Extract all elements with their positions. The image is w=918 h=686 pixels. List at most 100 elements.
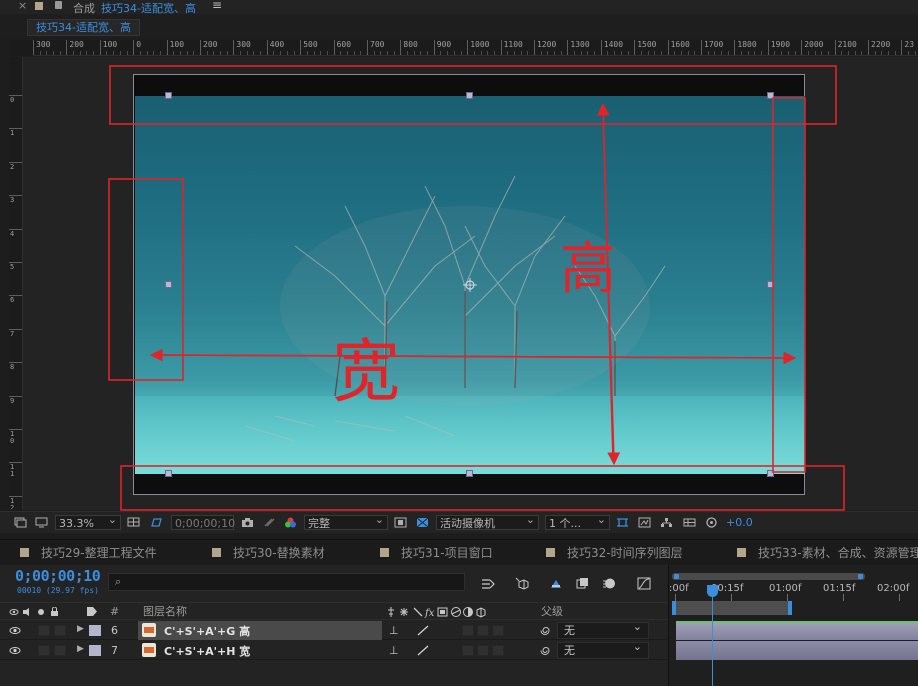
ruler-minor-tick [387,51,389,55]
work-area-bar[interactable] [672,601,792,615]
fit-region-icon[interactable] [127,517,140,528]
quality-switch-icon[interactable] [417,645,429,656]
frame-blending-icon[interactable] [576,577,590,590]
timeline-graph-area[interactable]: :00f 00:15f 01:00f 01:15f 02:00f [668,565,918,686]
ruler-label: 200 [69,40,84,49]
parent-dropdown[interactable]: 无 [557,639,649,659]
current-time-indicator[interactable] [707,585,718,686]
camera-dropdown[interactable]: 活动摄像机 [436,512,539,530]
layer-row[interactable]: ▶ 6 C'+S'+A'+G 高 ⊥ 无 [0,619,668,640]
transparency-grid-icon[interactable] [150,517,163,528]
transform-handle-bottom-left[interactable] [165,470,172,477]
time-ruler-label: 02:00f [877,583,910,594]
panel-menu-icon[interactable]: ≡ [212,0,222,12]
parent-dropdown[interactable]: 无 [557,619,649,639]
flowchart-icon[interactable] [660,517,673,528]
quality-switch-icon[interactable] [417,625,429,636]
column-layer-name[interactable]: 图层名称 [143,604,187,619]
transform-handle-bottom-center[interactable] [466,470,473,477]
solo-switch[interactable] [38,625,50,636]
tab-comp-33[interactable]: 技巧33-素材、合成、资源管理 [737,545,918,561]
always-preview-icon[interactable] [14,517,27,528]
transform-handle-top-center[interactable] [466,92,473,99]
tab-comp-32[interactable]: 技巧32-时间序列图层 [546,545,683,561]
show-snapshot-icon[interactable] [263,517,276,528]
graph-editor-icon[interactable] [637,577,651,590]
exposure-value[interactable]: +0.0 [726,515,753,530]
transform-handle-middle-right[interactable] [767,281,774,288]
tab-comp-29[interactable]: 技巧29-整理工程文件 [20,545,157,561]
channel-rgb-icon[interactable] [284,517,297,528]
layer-row[interactable]: ▶ 7 C'+S'+A'+H 宽 ⊥ 无 [0,639,668,660]
layer-name[interactable]: C'+S'+A'+H 宽 [164,643,250,659]
ruler-minor-tick [460,51,462,55]
expand-triangle-icon[interactable]: ▶ [77,624,84,634]
comp-mini-flowchart-icon[interactable] [481,577,495,590]
switch-cell[interactable] [492,645,504,656]
current-time-display[interactable]: 0;00;00;10 [15,567,101,585]
transform-handle-middle-left[interactable] [165,281,172,288]
solo-switch[interactable] [38,645,50,656]
composition-tab[interactable]: 技巧34-适配宽、高 [27,19,140,36]
shy-switch-icon[interactable]: ⊥ [389,643,399,658]
label-color-swatch[interactable] [89,645,101,656]
ruler-tick: 1300 [567,40,590,55]
horizontal-ruler[interactable]: 300 200 100 0 100 200 300 400 500 600 700 800 900 100… [33,40,918,56]
expand-triangle-icon[interactable]: ▶ [77,644,84,654]
av-features-icons[interactable] [9,607,59,617]
fast-preview-icon[interactable] [638,517,651,528]
zoom-dropdown[interactable]: 33.3% [55,512,121,530]
visibility-eye-icon[interactable] [9,626,21,635]
layer-name[interactable]: C'+S'+A'+G 高 [164,623,250,639]
tab-comp-31[interactable]: 技巧31-项目窗口 [380,545,493,561]
time-navigator[interactable] [672,573,865,580]
monitor-icon[interactable] [35,517,48,528]
ruler-minor-tick [440,51,442,55]
switch-cell[interactable] [477,625,489,636]
motion-blur-icon[interactable] [602,577,616,590]
layer-name-cell[interactable]: C'+S'+A'+G 高 [138,621,382,640]
vertical-ruler[interactable]: 01234567891011121314 [9,57,23,509]
views-dropdown[interactable]: 1 个... [545,512,610,530]
switches-header-icons[interactable]: fx [388,606,506,618]
lock-switch[interactable] [54,645,66,656]
ruler-tick: 3 [9,195,22,204]
ruler-corner [9,40,33,56]
visibility-eye-icon[interactable] [9,646,21,655]
anchor-point-icon[interactable] [463,278,477,292]
draft-3d-icon[interactable] [515,577,529,590]
reset-exposure-icon[interactable] [705,517,718,528]
shy-layers-icon[interactable] [549,577,563,590]
shy-switch-icon[interactable]: ⊥ [389,623,399,638]
switch-cell[interactable] [492,625,504,636]
ruler-tick: 4 [9,228,22,237]
transform-handle-top-right[interactable] [767,92,774,99]
transform-handle-bottom-right[interactable] [767,470,774,477]
region-of-interest-icon[interactable] [394,517,407,528]
label-tag-icon[interactable] [86,606,98,617]
camera-snapshot-icon[interactable] [241,517,254,528]
viewer-timecode[interactable]: 0;00;00;10 [171,515,235,530]
timeline-icon[interactable] [683,517,696,528]
ruler-minor-tick [580,51,582,55]
layer-search-input[interactable]: ⌕ [108,573,465,591]
ruler-tick: 1000 [467,40,489,55]
ruler-minor-tick [854,51,856,55]
ruler-tick: 900 [433,40,451,55]
pick-whip-icon[interactable] [539,625,551,636]
label-color-swatch[interactable] [89,625,101,636]
transform-handle-top-left[interactable] [165,92,172,99]
column-parent[interactable]: 父级 [541,604,563,619]
transparency-checker-icon[interactable] [416,517,429,528]
toggle-pixel-aspect-icon[interactable] [616,517,629,528]
layer-name-cell[interactable]: C'+S'+A'+H 宽 [138,641,382,660]
tab-comp-30[interactable]: 技巧30-替换素材 [212,545,325,561]
pick-whip-icon[interactable] [539,645,551,656]
close-panel-button[interactable]: × [18,0,27,12]
resolution-dropdown[interactable]: 完整 [304,512,388,530]
switch-cell[interactable] [462,645,474,656]
lock-icon[interactable] [55,1,62,9]
switch-cell[interactable] [462,625,474,636]
switch-cell[interactable] [477,645,489,656]
lock-switch[interactable] [54,625,66,636]
